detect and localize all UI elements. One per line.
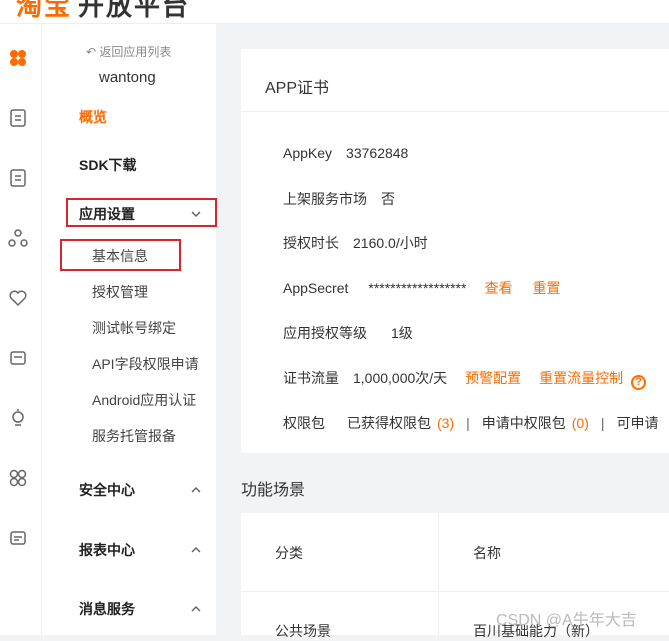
reset-secret-link[interactable]: 重置 [532, 280, 560, 296]
subnav-auth-management[interactable]: 授权管理 [92, 282, 148, 302]
brand-main: 淘宝 [16, 0, 73, 21]
row-appsecret: AppSecret ****************** 查看 重置 [283, 280, 561, 296]
chevron-up-icon[interactable] [190, 602, 202, 614]
heart-icon[interactable] [8, 288, 28, 308]
col-header-name: 名称 [473, 545, 501, 561]
applying-packs-link[interactable]: 申请中权限包 (0) [482, 415, 589, 431]
row-level: 应用授权等级 1级 [283, 325, 413, 341]
separator: | [600, 415, 605, 431]
subnav-service-hosting[interactable]: 服务托管报备 [92, 426, 176, 446]
cell-category: 公共场景 [275, 623, 331, 639]
list-doc-icon[interactable] [8, 168, 28, 188]
app-cert-card: APP证书 AppKey 33762848 上架服务市场否 授权时长 2160.0/… [241, 49, 669, 453]
applicable-packs-link[interactable]: 可申请 [617, 415, 659, 431]
nav-report-center[interactable]: 报表中心 [79, 540, 135, 560]
subnav-test-account[interactable]: 测试帐号绑定 [92, 318, 176, 338]
watermark: CSDN @A牛年大吉 [496, 612, 637, 629]
subnav-basic-info[interactable]: 基本信息 [92, 246, 148, 266]
obtained-packs-link[interactable]: 已获得权限包 (3) [347, 413, 454, 433]
nav-overview[interactable]: 概览 [79, 107, 107, 127]
grid-icon[interactable] [8, 468, 28, 488]
chevron-up-icon[interactable] [190, 483, 202, 495]
help-icon[interactable]: ? [631, 375, 647, 390]
apps-icon[interactable] [8, 48, 28, 68]
app-name: wantong [99, 69, 156, 86]
nav-app-settings[interactable]: 应用设置 [79, 204, 135, 224]
row-market: 上架服务市场否 [283, 191, 395, 207]
icon-rail [0, 24, 42, 635]
subnav-android-cert[interactable]: Android应用认证 [92, 390, 196, 410]
top-header: 淘宝 开放平台 [0, 0, 669, 24]
col-header-category: 分类 [275, 545, 303, 561]
section-title-scenes: 功能场景 [241, 482, 306, 499]
nav-message-service[interactable]: 消息服务 [79, 599, 135, 619]
row-traffic: 证书流量 1,000,000次/天 预警配置 重置流量控制? [283, 368, 647, 390]
divider [241, 111, 669, 112]
nav-security-center[interactable]: 安全中心 [79, 480, 135, 500]
separator: | [466, 415, 470, 431]
bulb-icon[interactable] [8, 408, 28, 428]
document-icon[interactable] [8, 108, 28, 128]
card-title: APP证书 [265, 80, 330, 97]
brand-rest: 开放平台 [78, 0, 191, 21]
row-appkey: AppKey 33762848 [283, 145, 409, 161]
row-duration: 授权时长 2160.0/小时 [283, 235, 428, 251]
report-icon[interactable] [8, 528, 28, 548]
view-secret-link[interactable]: 查看 [484, 280, 512, 296]
back-to-app-list[interactable]: ↶ 返回应用列表 [86, 43, 171, 60]
chevron-up-icon[interactable] [190, 543, 202, 555]
network-icon[interactable] [8, 228, 28, 248]
sidebar-nav: ↶ 返回应用列表 wantong 概览 SDK下载 应用设置 基本信息 授权管理… [42, 24, 217, 635]
message-icon[interactable] [8, 348, 28, 368]
nav-sdk-download[interactable]: SDK下载 [79, 155, 137, 175]
reset-traffic-link[interactable]: 重置流量控制 [539, 370, 623, 386]
chevron-down-icon[interactable] [190, 207, 202, 219]
row-permission-pack: 权限包 已获得权限包 (3) | 申请中权限包 (0) | 可申请 [283, 413, 659, 433]
back-arrow-icon: ↶ [86, 45, 100, 59]
alert-config-link[interactable]: 预警配置 [465, 370, 521, 386]
row-divider [241, 591, 669, 592]
brand-logo[interactable]: 淘宝 开放平台 [16, 0, 190, 23]
column-divider [438, 513, 439, 635]
subnav-api-permission[interactable]: API字段权限申请 [92, 354, 199, 374]
